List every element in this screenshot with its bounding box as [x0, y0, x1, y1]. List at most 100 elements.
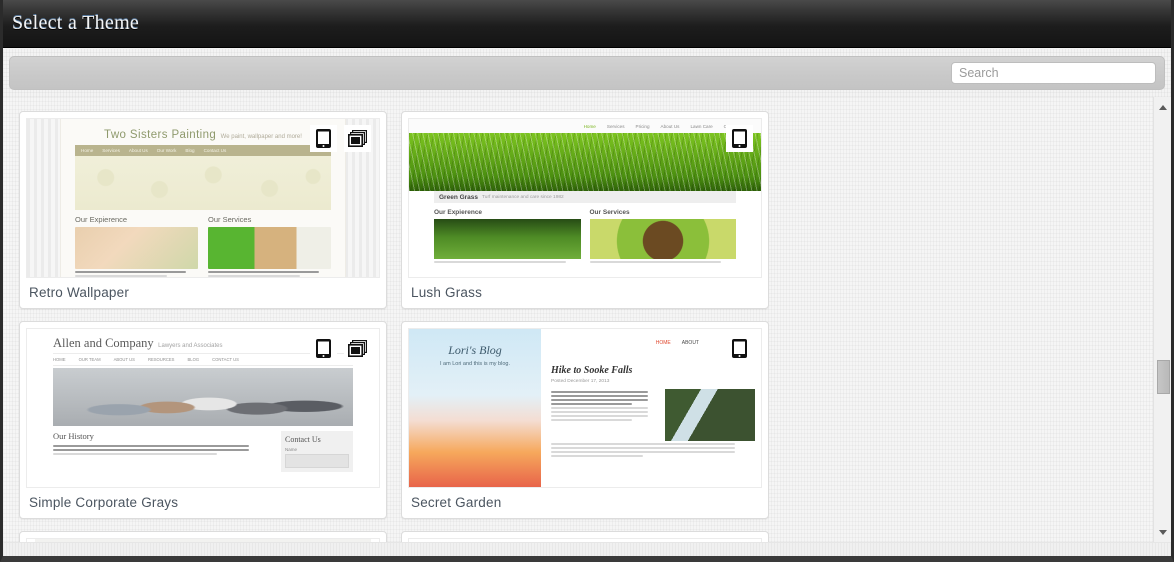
text-line — [551, 419, 632, 421]
contact-form: Contact Us Name — [281, 431, 353, 472]
text-line — [53, 453, 217, 455]
site-column: Our Services — [589, 209, 736, 265]
nav-item: Lawn Care — [690, 123, 713, 129]
theme-card[interactable]: Lori's Blog I am Lori and this is my blo… — [401, 321, 769, 519]
site-preview: Home Services Pricing About Us Lawn Care… — [409, 119, 761, 277]
nav-item: RESOURCES — [147, 357, 175, 362]
theme-card[interactable]: Allen and Company Lawyers and Associates… — [19, 321, 387, 519]
vertical-scrollbar[interactable] — [1153, 97, 1171, 542]
post-text — [551, 389, 659, 441]
mobile-preview-icon[interactable] — [726, 335, 753, 362]
nav-item: Services — [102, 148, 120, 153]
site-preview: Lori's Blog I am Lori and this is my blo… — [409, 329, 761, 487]
theme-name: Lush Grass — [411, 285, 483, 300]
section-image — [589, 219, 736, 259]
theme-grid: Two Sisters Painting We paint, wallpaper… — [19, 111, 1145, 542]
theme-card[interactable]: Home Rates Book Now Contact Paul Paul's … — [401, 531, 769, 542]
section-heading: Our Expierence — [75, 215, 128, 224]
scroll-up-arrow-icon[interactable] — [1154, 99, 1171, 115]
theme-name: Retro Wallpaper — [29, 285, 130, 300]
site-columns: Our History Contact Us Name — [53, 431, 353, 472]
thumbnail-actions — [310, 125, 371, 152]
theme-thumbnail[interactable]: Lori's Blog I am Lori and this is my blo… — [408, 328, 762, 488]
site-column: Our Expierence — [434, 209, 581, 265]
search-input[interactable] — [951, 62, 1156, 84]
nav-item: Blog — [185, 148, 195, 153]
site-columns: Our Expierence Our Services — [75, 215, 331, 277]
gallery-preview-icon[interactable] — [344, 335, 371, 362]
section-image — [208, 227, 331, 269]
decorative-stripe-left — [27, 119, 61, 277]
theme-thumbnail[interactable]: Allen and Company Lawyers and Associates… — [26, 328, 380, 488]
site-title: Two Sisters Painting — [104, 129, 217, 141]
nav-item: About Us — [128, 148, 148, 153]
site-title: Lori's Blog — [448, 343, 502, 357]
text-line — [551, 451, 735, 453]
site-header: Two Sisters Painting We paint, wallpaper… — [61, 125, 345, 143]
nav-item: Contact Us — [203, 148, 227, 153]
section-image — [434, 219, 581, 259]
toolbar — [3, 49, 1171, 97]
section-heading: Our Services — [208, 215, 252, 224]
theme-thumbnail[interactable]: Two Sisters Painting We paint, wallpaper… — [26, 118, 380, 278]
form-input[interactable] — [285, 454, 349, 468]
nav-item: CONTACT US — [212, 357, 239, 362]
form-label: Name — [285, 447, 298, 452]
nav-item: HOME — [53, 357, 66, 362]
site-columns: Our Expierence Our Services — [434, 209, 736, 265]
scroll-down-arrow-icon[interactable] — [1154, 524, 1171, 540]
theme-picker-window: Select a Theme Two Sisters Painting We p… — [0, 0, 1174, 562]
thumbnail-actions — [310, 335, 371, 362]
site-tagline: I am Lori and this is my blog. — [439, 361, 510, 367]
window-title: Select a Theme — [12, 12, 140, 34]
scrollbar-thumb[interactable] — [1157, 360, 1170, 394]
text-line — [551, 411, 649, 413]
section-heading: Our Expierence — [434, 209, 483, 216]
site-navbar: HOME OUR TEAM ABOUT US RESOURCES BLOG CO… — [53, 353, 353, 366]
text-line — [208, 275, 301, 277]
thumbnail-actions — [726, 335, 753, 362]
site-column: Our History — [53, 431, 271, 472]
text-line — [551, 399, 649, 401]
theme-name: Simple Corporate Grays — [29, 495, 179, 510]
site-tagline: We paint, wallpaper and more! — [220, 134, 302, 140]
text-line — [208, 271, 319, 273]
site-tagline: Turf maintenance and care since 1982 — [482, 194, 564, 200]
text-line — [53, 445, 250, 447]
post-image — [665, 389, 755, 441]
nav-item: HOME — [655, 340, 671, 346]
section-heading: Our History — [53, 431, 94, 441]
mobile-preview-icon[interactable] — [310, 335, 337, 362]
text-line — [53, 449, 250, 451]
nav-item: About Us — [660, 123, 680, 129]
mobile-preview-icon[interactable] — [310, 125, 337, 152]
site-navbar: Home Services About Us Our Work Blog Con… — [75, 145, 331, 156]
gallery-preview-icon[interactable] — [344, 125, 371, 152]
theme-card[interactable]: Two Sisters Painting We paint, wallpaper… — [19, 111, 387, 309]
text-line — [551, 403, 632, 405]
text-line — [589, 261, 722, 263]
site-nav: HOME OUR TEAM ABOUT US RESOURCES BLOG CO… — [53, 357, 239, 362]
nav-item: BLOG — [187, 357, 200, 362]
site-title: Allen and Company — [53, 336, 154, 350]
theme-card[interactable]: Home Services Pricing About Us Lawn Care… — [401, 111, 769, 309]
site-title: Green Grass — [439, 193, 479, 201]
site-header: Green Grass Turf maintenance and care si… — [434, 191, 736, 203]
nav-item: Home — [583, 123, 596, 129]
section-heading: Contact Us — [285, 435, 321, 444]
text-line — [551, 455, 643, 457]
site-nav: HOME ABOUT — [656, 340, 699, 346]
status-bar — [3, 542, 1171, 556]
text-line — [551, 447, 735, 449]
theme-card[interactable]: Fray's Fragrant Flowers Your local flora… — [19, 531, 387, 542]
text-line — [551, 391, 649, 393]
mobile-preview-icon[interactable] — [726, 125, 753, 152]
section-image — [75, 227, 198, 269]
text-line — [551, 415, 649, 417]
theme-thumbnail[interactable]: Home Services Pricing About Us Lawn Care… — [408, 118, 762, 278]
post-date: Posted December 17, 2013 — [551, 379, 610, 384]
site-hero-image — [409, 133, 761, 191]
nav-item: Services — [606, 123, 625, 129]
nav-item: Pricing — [635, 123, 650, 129]
text-line — [551, 407, 649, 409]
